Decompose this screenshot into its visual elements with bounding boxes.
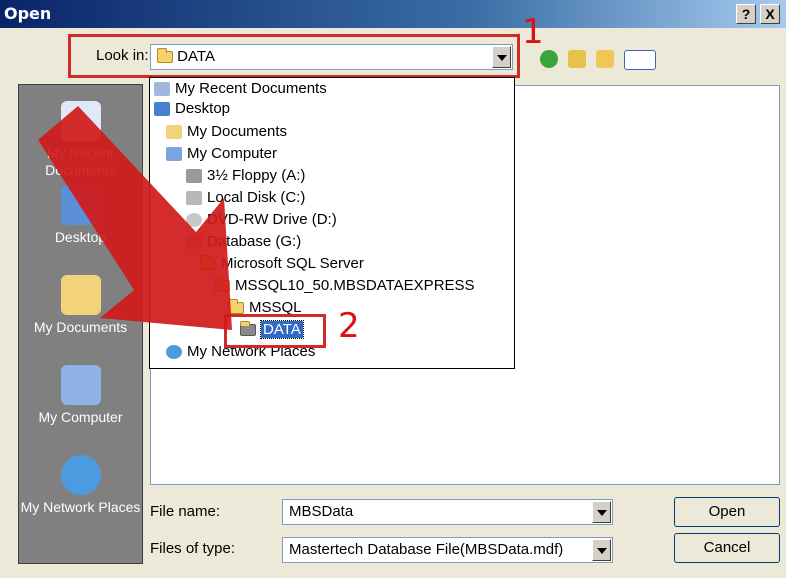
pointer-arrow [38,106,232,330]
filename-value: MBSData [289,503,354,520]
filetype-dropdown-button[interactable] [592,539,611,561]
cancel-button[interactable]: Cancel [674,533,780,563]
open-button[interactable]: Open [674,497,780,527]
open-dialog: Open ? X Look in: DATA 1 My Recent Docum… [0,0,786,578]
filetype-label: Files of type: [150,540,236,557]
filename-label: File name: [150,503,221,520]
arrow-shape [38,106,232,330]
filename-combo[interactable]: MBSData [282,499,613,525]
filetype-value: Mastertech Database File(MBSData.mdf) [289,541,564,558]
filename-dropdown-button[interactable] [592,501,611,523]
filetype-combo[interactable]: Mastertech Database File(MBSData.mdf) [282,537,613,563]
